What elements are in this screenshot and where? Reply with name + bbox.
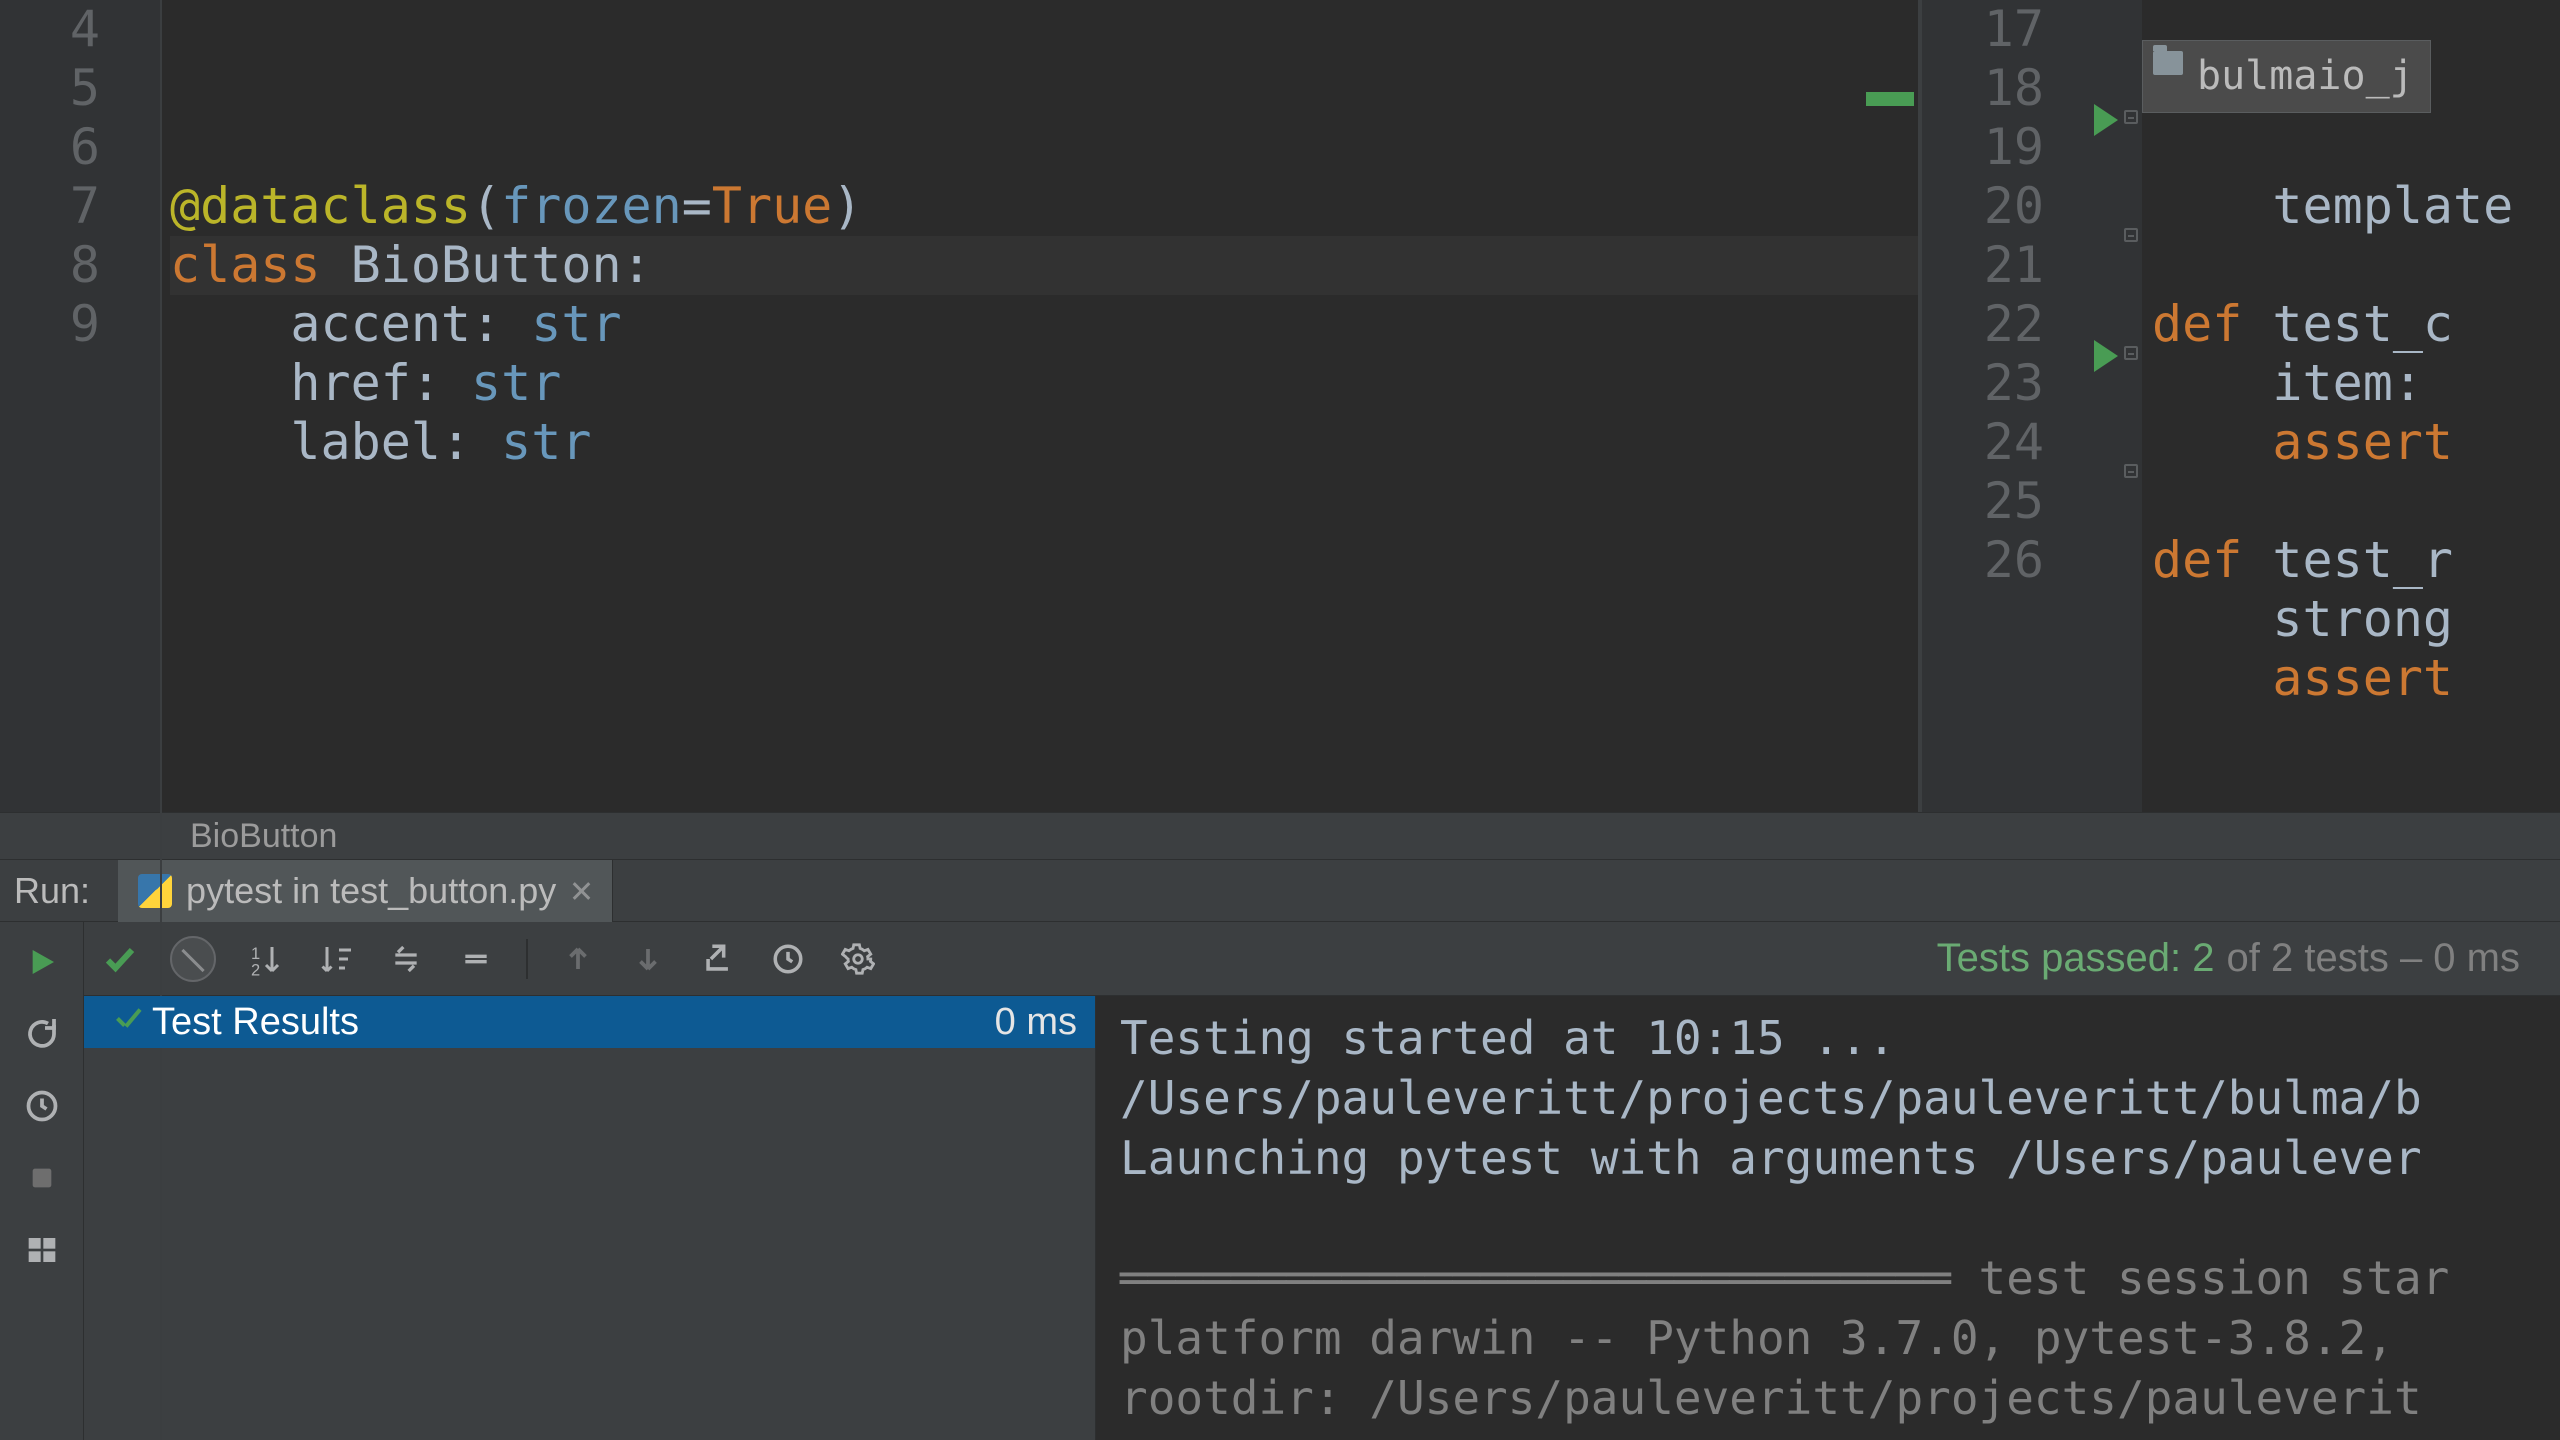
summary-total: of 2 tests – 0 ms xyxy=(2227,936,2520,981)
rerun-failed-button[interactable] xyxy=(20,1084,64,1128)
line-number: 8 xyxy=(0,236,100,295)
fold-toggle-icon[interactable] xyxy=(2124,346,2138,360)
right-code-area[interactable]: bulmaio_j template def test_c item: asse… xyxy=(2142,0,2560,812)
stop-button[interactable] xyxy=(20,1156,64,1200)
svg-text:1: 1 xyxy=(251,945,260,963)
folder-icon xyxy=(2153,51,2183,75)
file-path-chip[interactable]: bulmaio_j xyxy=(2142,40,2431,113)
run-test-icon[interactable] xyxy=(2094,104,2118,136)
previous-failed-icon[interactable] xyxy=(558,939,598,979)
breadcrumb-bar[interactable]: BioButton xyxy=(0,812,2560,860)
tree-label: Test Results xyxy=(152,1001,359,1044)
line-number: 4 xyxy=(0,0,100,59)
test-console[interactable]: Testing started at 10:15 .../Users/paule… xyxy=(1096,996,2560,1440)
right-editor[interactable]: 17181920212223242526 bulmaio_j template … xyxy=(1922,0,2560,812)
close-icon[interactable] xyxy=(570,880,592,902)
line-number: 7 xyxy=(0,177,100,236)
export-results-icon[interactable] xyxy=(698,939,738,979)
test-pass-icon xyxy=(114,1010,144,1034)
sort-by-duration-icon[interactable] xyxy=(316,939,356,979)
show-passed-icon[interactable] xyxy=(100,939,140,979)
history-icon[interactable] xyxy=(768,939,808,979)
run-test-icon[interactable] xyxy=(2094,340,2118,372)
test-toolbar: 12 xyxy=(84,922,2560,996)
summary-passed: Tests passed: 2 xyxy=(1937,936,2215,981)
left-gutter: 4 5 6 7 8 9 xyxy=(0,0,160,812)
settings-icon[interactable] xyxy=(838,939,878,979)
run-toolwindow-header: Run: pytest in test_button.py xyxy=(0,860,2560,922)
rerun-button[interactable] xyxy=(20,940,64,984)
sort-alphabetically-icon[interactable]: 12 xyxy=(246,939,286,979)
fold-end-icon[interactable] xyxy=(2124,464,2138,478)
run-tab[interactable]: pytest in test_button.py xyxy=(118,860,613,922)
tests-summary: Tests passed: 2 of 2 tests – 0 ms xyxy=(1937,936,2560,981)
vcs-change-marker xyxy=(1866,92,1914,106)
test-results-node[interactable]: Test Results 0 ms xyxy=(84,996,1095,1048)
python-file-icon xyxy=(138,874,172,908)
test-tree[interactable]: Test Results 0 ms xyxy=(84,996,1096,1440)
right-gutter: 17181920212223242526 xyxy=(1922,0,2076,812)
left-code-area[interactable]: @dataclass(frozen=True)class BioButton: … xyxy=(160,0,1918,812)
run-title: Run: xyxy=(0,870,118,912)
fold-end-icon[interactable] xyxy=(2124,228,2138,242)
run-tab-label: pytest in test_button.py xyxy=(186,870,556,912)
line-number: 6 xyxy=(0,118,100,177)
run-left-toolbar xyxy=(0,922,84,1440)
chip-label: bulmaio_j xyxy=(2197,47,2414,106)
fold-toggle-icon[interactable] xyxy=(2124,110,2138,124)
next-failed-icon[interactable] xyxy=(628,939,668,979)
layout-button[interactable] xyxy=(20,1228,64,1272)
svg-text:2: 2 xyxy=(251,961,260,977)
line-number: 9 xyxy=(0,295,100,354)
toggle-auto-test-button[interactable] xyxy=(20,1012,64,1056)
show-ignored-icon[interactable] xyxy=(170,936,216,982)
left-editor[interactable]: 4 5 6 7 8 9 @dataclass(frozen=True)class… xyxy=(0,0,1918,812)
breadcrumb-item[interactable]: BioButton xyxy=(190,817,337,856)
collapse-all-icon[interactable] xyxy=(456,939,496,979)
tree-duration: 0 ms xyxy=(995,1001,1095,1044)
line-number: 5 xyxy=(0,59,100,118)
right-run-gutter xyxy=(2076,0,2142,812)
expand-all-icon[interactable] xyxy=(386,939,426,979)
